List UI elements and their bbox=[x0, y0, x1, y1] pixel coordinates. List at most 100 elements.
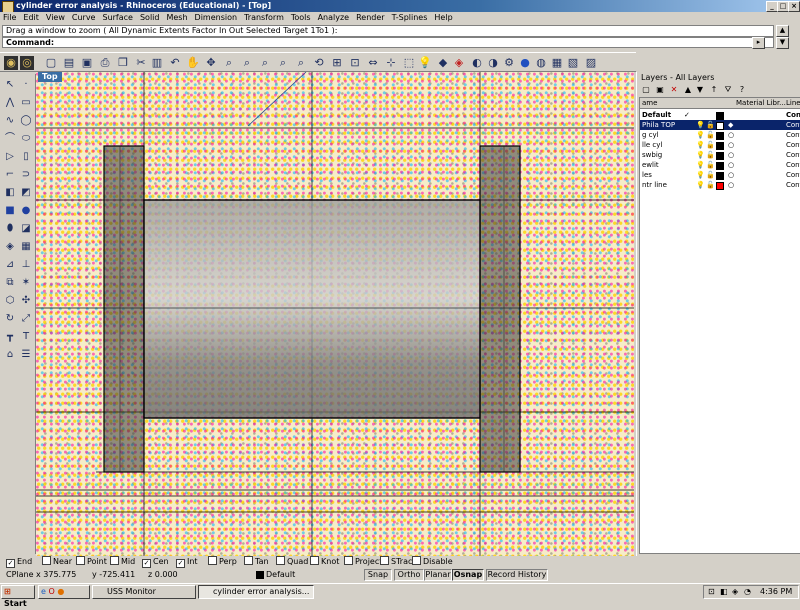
object-properties-icon[interactable]: ◈ bbox=[452, 56, 466, 70]
opera-icon[interactable]: O bbox=[48, 587, 54, 596]
trim-icon[interactable]: ⊥ bbox=[19, 258, 33, 272]
print-icon[interactable]: ⎙ bbox=[98, 56, 112, 70]
osnap-checkbox[interactable] bbox=[380, 556, 389, 565]
zoom-selected-icon[interactable]: ⌕ bbox=[276, 56, 290, 70]
layer-row[interactable]: ntr line 💡 🔓 ○ Cont bbox=[640, 180, 800, 190]
properties-icon[interactable]: ☰ bbox=[19, 348, 33, 362]
lock-icon[interactable]: 🔓 bbox=[706, 180, 715, 190]
move-down-icon[interactable]: ▼ bbox=[695, 84, 705, 96]
zoom-extents-icon[interactable]: ⌕ bbox=[258, 56, 272, 70]
box-solid-icon[interactable]: ■ bbox=[3, 204, 17, 218]
osnap-knot[interactable]: Knot bbox=[310, 556, 339, 568]
layer-row[interactable]: lle cyl 💡 🔓 ○ Cont bbox=[640, 140, 800, 150]
layer-row[interactable]: Default ✓ Con bbox=[640, 110, 800, 120]
new-layer-icon[interactable]: ▢ bbox=[641, 84, 651, 96]
visible-bulb-icon[interactable]: 💡 bbox=[696, 180, 705, 190]
menu-mesh[interactable]: Mesh bbox=[163, 12, 191, 24]
layer-row[interactable]: g cyl 💡 🔓 ○ Cont bbox=[640, 130, 800, 140]
firefox-icon[interactable]: ● bbox=[57, 587, 64, 596]
material-circle-icon[interactable]: ○ bbox=[728, 160, 734, 170]
close-button[interactable]: × bbox=[788, 1, 800, 12]
column-material[interactable]: Material Libr... bbox=[736, 98, 786, 108]
top-viewport[interactable]: Top bbox=[36, 72, 634, 556]
texture-icon[interactable]: ▦ bbox=[550, 56, 564, 70]
tray-volume-icon[interactable]: ◧ bbox=[720, 586, 728, 598]
record-history-toggle[interactable]: Record History bbox=[486, 569, 548, 581]
lock-icon[interactable]: 🔓 bbox=[706, 130, 715, 140]
menu-dimension[interactable]: Dimension bbox=[192, 12, 242, 24]
column-linetype[interactable]: Line bbox=[786, 98, 800, 108]
osnap-near[interactable]: Near bbox=[42, 556, 72, 568]
layer-color-swatch[interactable] bbox=[716, 112, 724, 120]
render-settings-icon[interactable]: ⚙ bbox=[502, 56, 516, 70]
menu-curve[interactable]: Curve bbox=[69, 12, 100, 24]
layer-up-icon[interactable]: ↑ bbox=[709, 84, 719, 96]
environment-icon[interactable]: ◍ bbox=[534, 56, 548, 70]
layer-row[interactable]: Phila TOP 💡 🔓 ◆ Cont bbox=[640, 120, 800, 130]
osnap-tan[interactable]: Tan bbox=[244, 556, 269, 568]
material-circle-icon[interactable]: ○ bbox=[728, 180, 734, 190]
car-icon[interactable]: ⇔ bbox=[366, 56, 380, 70]
visible-bulb-icon[interactable]: 💡 bbox=[696, 160, 705, 170]
material-diamond-icon[interactable]: ◆ bbox=[728, 120, 733, 130]
layer-color-swatch[interactable] bbox=[716, 172, 724, 180]
osnap-checkbox[interactable] bbox=[244, 556, 253, 565]
mapping-icon[interactable]: ▧ bbox=[566, 56, 580, 70]
polyline-icon[interactable]: ⋀ bbox=[3, 96, 17, 110]
osnap-int[interactable]: ✓ Int bbox=[176, 556, 198, 568]
visible-bulb-icon[interactable]: 💡 bbox=[696, 130, 705, 140]
osnap-point[interactable]: Point bbox=[76, 556, 107, 568]
zoom-window-icon[interactable]: ⌕ bbox=[240, 56, 254, 70]
osnap-checkbox[interactable] bbox=[310, 556, 319, 565]
select-icon[interactable]: ⬚ bbox=[402, 56, 416, 70]
move-icon[interactable]: ✣ bbox=[19, 294, 33, 308]
menu-solid[interactable]: Solid bbox=[137, 12, 164, 24]
osnap-checkbox[interactable] bbox=[412, 556, 421, 565]
menu-surface[interactable]: Surface bbox=[99, 12, 136, 24]
sphere-icon[interactable]: ● bbox=[19, 204, 33, 218]
osnap-checkbox[interactable] bbox=[344, 556, 353, 565]
visible-bulb-icon[interactable]: 💡 bbox=[696, 170, 705, 180]
viewport-label[interactable]: Top bbox=[38, 72, 62, 82]
menu-file[interactable]: File bbox=[0, 12, 20, 24]
ortho-toggle[interactable]: Ortho bbox=[394, 569, 424, 581]
history-scroll-up-icon[interactable]: ▲ bbox=[776, 25, 789, 37]
cylinder-icon[interactable]: ⬮ bbox=[3, 222, 17, 236]
scale-icon[interactable]: ⤢ bbox=[19, 312, 33, 326]
osnap-quad[interactable]: Quad bbox=[276, 556, 308, 568]
offset-icon[interactable]: ⊃ bbox=[19, 168, 33, 182]
layer-color-swatch[interactable] bbox=[716, 142, 724, 150]
menu-help[interactable]: Help bbox=[431, 12, 456, 24]
circle-icon[interactable]: ◯ bbox=[19, 114, 33, 128]
visible-bulb-icon[interactable]: 💡 bbox=[696, 120, 705, 130]
text-icon[interactable]: T bbox=[19, 330, 33, 344]
osnap-checkbox[interactable]: ✓ bbox=[142, 559, 151, 568]
tray-network-icon[interactable]: ⊡ bbox=[708, 586, 715, 598]
lock-icon[interactable]: 🔓 bbox=[706, 120, 715, 130]
select-arrow-icon[interactable]: ↖ bbox=[3, 78, 17, 92]
open-folder-icon[interactable]: ▤ bbox=[62, 56, 76, 70]
osnap-mid[interactable]: Mid bbox=[110, 556, 135, 568]
rotate-icon[interactable]: ↻ bbox=[3, 312, 17, 326]
cylinder-body[interactable] bbox=[143, 199, 481, 419]
group-icon[interactable]: ⬡ bbox=[3, 294, 17, 308]
layer-color-swatch[interactable] bbox=[716, 182, 724, 190]
loft-icon[interactable]: ◩ bbox=[19, 186, 33, 200]
clock[interactable]: 4:36 PM bbox=[760, 586, 792, 598]
split-icon[interactable]: ⊿ bbox=[3, 258, 17, 272]
analyze-icon[interactable]: ⌂ bbox=[3, 348, 17, 362]
shade-icon[interactable]: ◐ bbox=[470, 56, 484, 70]
right-flange[interactable] bbox=[479, 145, 521, 473]
osnap-cen[interactable]: ✓ Cen bbox=[142, 556, 169, 568]
polygon-icon[interactable]: ▷ bbox=[3, 150, 17, 164]
copy-icon[interactable]: ❐ bbox=[116, 56, 130, 70]
command-input[interactable]: Command: bbox=[2, 37, 774, 48]
rendered-icon[interactable]: ◑ bbox=[486, 56, 500, 70]
rhino-logo-icon[interactable]: ◉ bbox=[4, 56, 18, 70]
cplane-icon[interactable]: ⊹ bbox=[384, 56, 398, 70]
ie-icon[interactable]: e bbox=[41, 587, 46, 596]
mesh-icon[interactable]: ▦ bbox=[19, 240, 33, 254]
render-sphere-icon[interactable]: ● bbox=[518, 56, 532, 70]
menu-analyze[interactable]: Analyze bbox=[315, 12, 354, 24]
menu-render[interactable]: Render bbox=[353, 12, 388, 24]
